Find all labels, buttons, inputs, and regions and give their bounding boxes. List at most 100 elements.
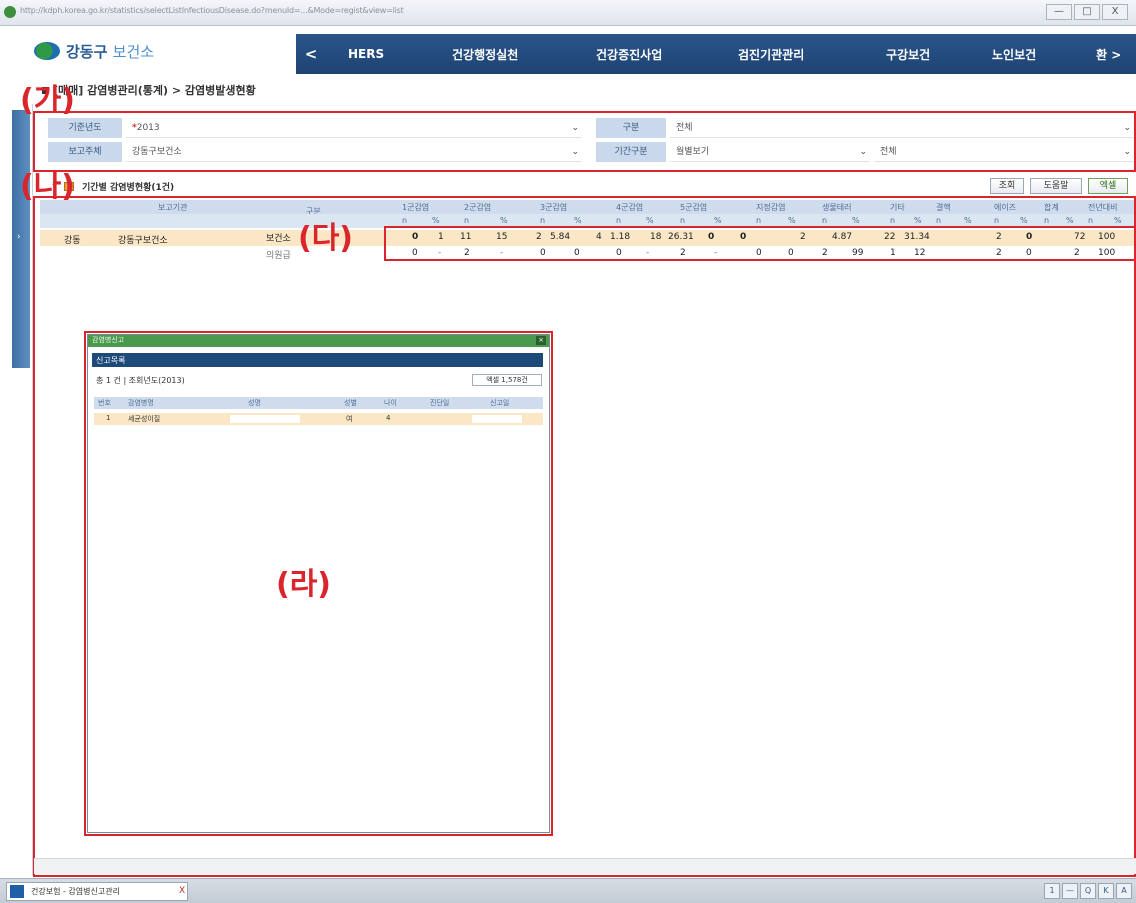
table-cell: 2 bbox=[996, 232, 1002, 242]
tab-close-icon[interactable]: X bbox=[179, 883, 185, 900]
side-panel-toggle[interactable]: › bbox=[12, 110, 30, 368]
column-header: 합계 bbox=[1044, 203, 1059, 212]
column-header: 4군감염 bbox=[616, 203, 644, 212]
table-cell: 0 bbox=[708, 232, 715, 242]
table-cell: 4 bbox=[386, 414, 391, 422]
column-subheader: % bbox=[574, 216, 582, 225]
nav-item-health-promotion[interactable]: 건강증진사업 bbox=[596, 46, 662, 63]
period-detail-select[interactable]: 전체 ⌄ bbox=[874, 142, 1134, 162]
column-subheader: n bbox=[822, 216, 828, 225]
table-cell: 1 bbox=[890, 248, 896, 258]
table-cell: 5.84 bbox=[550, 232, 571, 242]
column-header: 전년대비 bbox=[1088, 203, 1118, 212]
minimize-button[interactable]: — bbox=[1046, 4, 1072, 20]
site-logo[interactable]: 강동구 보건소 bbox=[34, 38, 154, 64]
popup-excel-button[interactable]: 엑셀 1,578건 bbox=[472, 374, 542, 386]
column-subheader: n bbox=[616, 216, 622, 225]
nav-prev-icon[interactable]: < bbox=[296, 45, 326, 63]
chevron-down-icon: ⌄ bbox=[571, 123, 579, 133]
section-title: 기간별 감염병현황(1건) bbox=[82, 183, 175, 193]
maximize-button[interactable]: □ bbox=[1074, 4, 1100, 20]
nav-item-elderly-health[interactable]: 노인보건 bbox=[992, 46, 1036, 63]
search-button[interactable]: 조회 bbox=[990, 178, 1024, 194]
chevron-right-icon: › bbox=[17, 232, 21, 242]
column-header: 지정감염 bbox=[756, 203, 786, 212]
column-subheader: % bbox=[852, 216, 860, 225]
table-header: 보고기관 구분 1군감염 2군감염 3군감염 4군감염 5군감염 지정감염 생물… bbox=[40, 200, 1136, 216]
horizontal-scrollbar[interactable] bbox=[34, 858, 1136, 874]
annotation-label-b: (나) bbox=[20, 169, 76, 204]
column-header: 결핵 bbox=[936, 203, 951, 212]
table-cell: 18 bbox=[650, 232, 662, 242]
table-cell: 세균성이질 bbox=[128, 415, 161, 423]
chevron-down-icon: ⌄ bbox=[859, 147, 867, 157]
main-nav: < HERS 건강행정실천 건강증진사업 검진기관관리 구강보건 노인보건 환 … bbox=[296, 34, 1136, 74]
popup-titlebar: 감염병신고 × bbox=[88, 335, 549, 347]
nav-item-health-practice[interactable]: 건강행정실천 bbox=[452, 46, 518, 63]
taskbar-tab[interactable]: 건강보험 - 감염병신고관리 X bbox=[6, 882, 188, 901]
address-bar[interactable]: http://kdph.korea.go.kr/statistics/selec… bbox=[20, 6, 780, 19]
chevron-down-icon: ⌄ bbox=[1123, 123, 1131, 133]
table-cell: 2 bbox=[464, 248, 470, 258]
table-cell: 1 bbox=[438, 232, 444, 242]
column-subheader: % bbox=[714, 216, 722, 225]
table-cell: - bbox=[438, 248, 442, 258]
column-header: 에이즈 bbox=[994, 203, 1017, 212]
reporter-select[interactable]: 강동구보건소 ⌄ bbox=[126, 142, 582, 162]
table-cell: 0 bbox=[540, 248, 546, 258]
column-subheader: % bbox=[1114, 216, 1122, 225]
table-cell: 0 bbox=[1026, 248, 1032, 258]
column-header: 번호 bbox=[98, 399, 111, 407]
nav-item-hers[interactable]: HERS bbox=[348, 47, 384, 61]
taskbar-tab-label: 건강보험 - 감염병신고관리 bbox=[31, 887, 120, 896]
column-header: 성명 bbox=[248, 399, 261, 407]
tray-icon[interactable]: 1 bbox=[1044, 883, 1060, 899]
popup-subheader: 신고목록 bbox=[92, 353, 543, 367]
table-cell: 0 bbox=[740, 232, 747, 242]
popup-info: 총 1 건 | 조회년도(2013) bbox=[96, 376, 185, 385]
table-cell: 99 bbox=[852, 248, 864, 258]
zoom-icon[interactable]: Q bbox=[1080, 883, 1096, 899]
taskbar: 건강보험 - 감염병신고관리 X 1 — Q K A bbox=[0, 878, 1136, 903]
chevron-down-icon: ⌄ bbox=[1123, 147, 1131, 157]
close-icon[interactable]: × bbox=[536, 336, 546, 345]
period-select[interactable]: 월별보기 ⌄ bbox=[670, 142, 870, 162]
search-label: 기간구분 bbox=[596, 142, 666, 162]
close-button[interactable]: X bbox=[1102, 4, 1128, 20]
column-subheader: n bbox=[1088, 216, 1094, 225]
table-cell: 4 bbox=[596, 232, 602, 242]
table-cell: 1.18 bbox=[610, 232, 631, 242]
year-select[interactable]: *2013 ⌄ bbox=[126, 118, 582, 138]
nav-item-checkup-agency[interactable]: 검진기관관리 bbox=[738, 46, 804, 63]
nav-item-more[interactable]: 환 > bbox=[1096, 46, 1121, 63]
table-cell: 0 bbox=[616, 248, 622, 258]
help-button[interactable]: 도움말 bbox=[1030, 178, 1082, 194]
app-header: 강동구 보건소 < HERS 건강행정실천 건강증진사업 검진기관관리 구강보건… bbox=[0, 26, 1136, 74]
logo-text-sub: 보건소 bbox=[112, 42, 155, 61]
table-row[interactable]: 강동 강동구보건소 보건소 0 1 11 15 2 5.84 4 1.18 18… bbox=[40, 230, 1136, 246]
cell-type: 의원급 bbox=[266, 251, 291, 261]
table-cell: 여 bbox=[346, 415, 353, 423]
table-cell: 0 bbox=[412, 248, 418, 258]
chevron-down-icon: ⌄ bbox=[571, 147, 579, 157]
table-cell: 2 bbox=[680, 248, 686, 258]
tray-icon[interactable]: K bbox=[1098, 883, 1114, 899]
table-row[interactable]: 의원급 0 - 2 - 0 0 0 - 2 - 0 0 2 99 1 12 2 … bbox=[40, 246, 1136, 262]
table-cell: 0 bbox=[788, 248, 794, 258]
app-icon bbox=[10, 885, 24, 898]
result-table: 보고기관 구분 1군감염 2군감염 3군감염 4군감염 5군감염 지정감염 생물… bbox=[40, 200, 1136, 262]
column-subheader: % bbox=[914, 216, 922, 225]
column-subheader: % bbox=[788, 216, 796, 225]
type-select[interactable]: 전체 ⌄ bbox=[670, 118, 1134, 138]
popup-table-row[interactable]: 1 세균성이질 여 4 bbox=[94, 413, 543, 425]
browser-toolbar: http://kdph.korea.go.kr/statistics/selec… bbox=[0, 0, 1136, 26]
nav-item-oral-health[interactable]: 구강보건 bbox=[886, 46, 930, 63]
search-label: 기준년도 bbox=[48, 118, 122, 138]
tray-icon[interactable]: — bbox=[1062, 883, 1078, 899]
column-subheader: n bbox=[540, 216, 546, 225]
annotation-label-c: (다) bbox=[298, 221, 354, 256]
table-cell: 0 bbox=[756, 248, 762, 258]
column-subheader: % bbox=[964, 216, 972, 225]
excel-button[interactable]: 엑셀 bbox=[1088, 178, 1128, 194]
tray-icon[interactable]: A bbox=[1116, 883, 1132, 899]
